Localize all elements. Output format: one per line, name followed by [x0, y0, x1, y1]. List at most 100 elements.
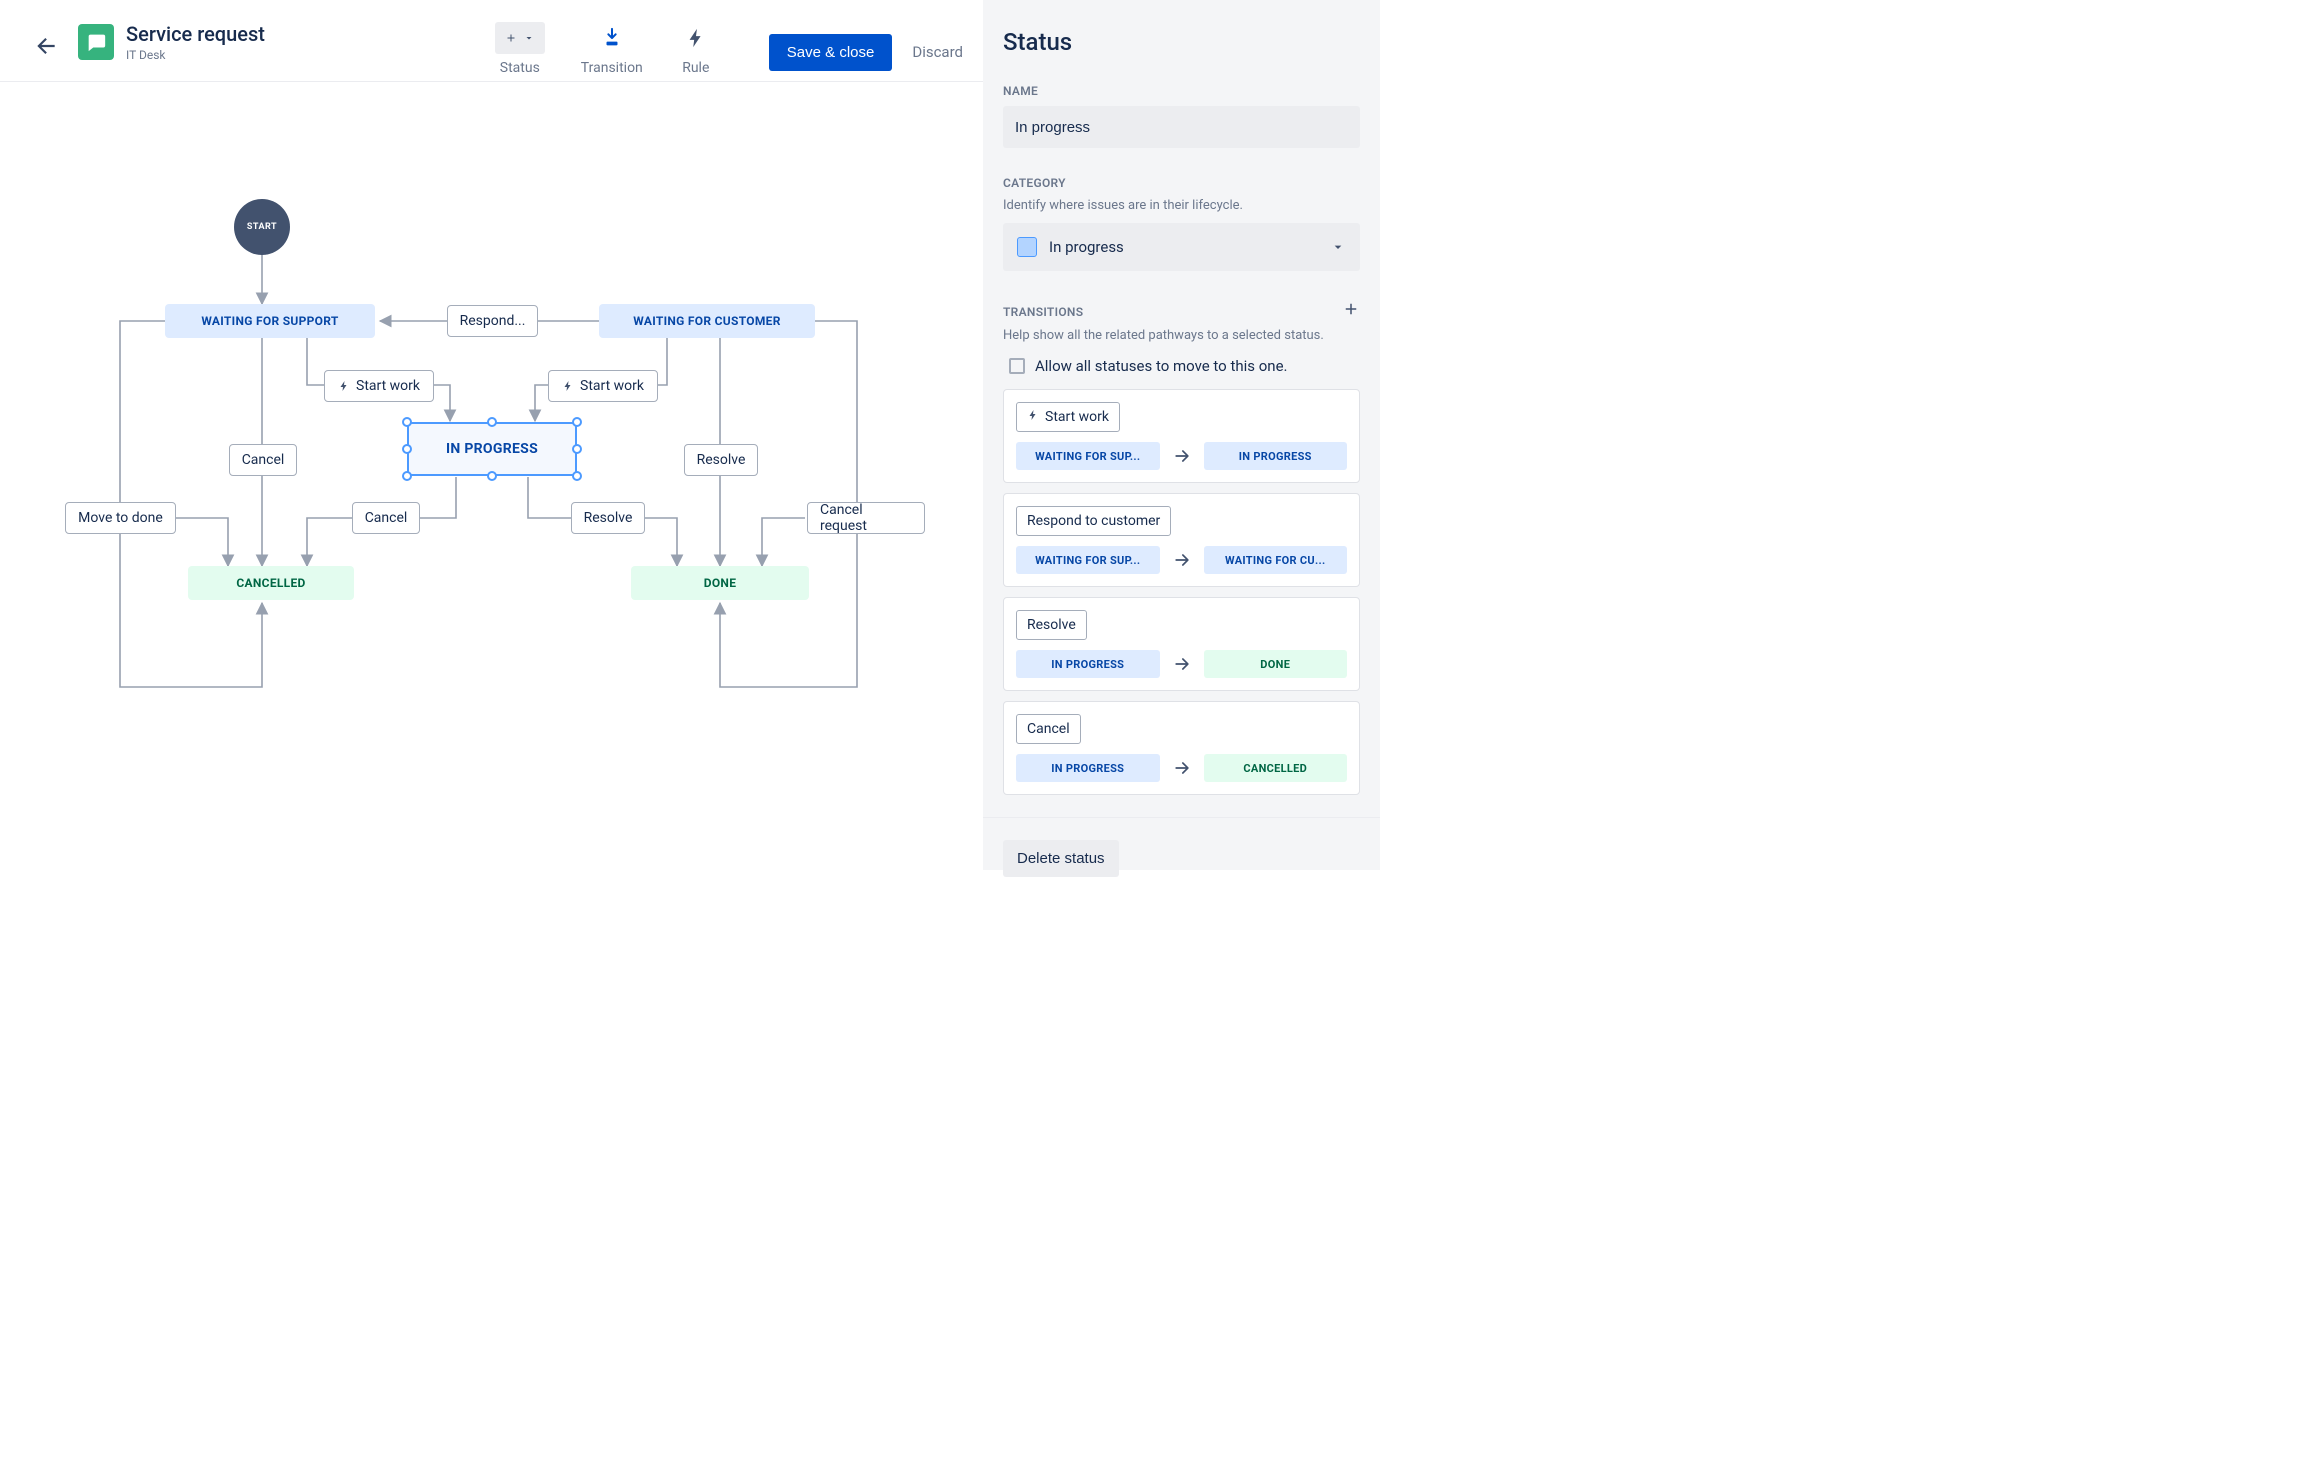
resize-handle[interactable] [487, 471, 497, 481]
title-block: Service request IT Desk [126, 22, 265, 62]
to-status-pill: DONE [1204, 650, 1348, 678]
arrow-right-icon [1172, 550, 1192, 570]
discard-button[interactable]: Discard [912, 43, 963, 61]
rule-tool-label: Rule [682, 60, 709, 76]
to-status-pill: IN PROGRESS [1204, 442, 1348, 470]
transition-start-work-1[interactable]: Start work [324, 370, 434, 402]
transition-cancel-2[interactable]: Cancel [352, 502, 420, 534]
transitions-help: Help show all the related pathways to a … [1003, 328, 1360, 343]
transition-label: Start work [356, 378, 420, 394]
arrow-left-icon [33, 33, 59, 59]
arrow-right-icon [1172, 758, 1192, 778]
status-cancelled[interactable]: CANCELLED [188, 566, 354, 600]
transition-resolve-2[interactable]: Resolve [571, 502, 645, 534]
bolt-icon [1027, 408, 1039, 426]
from-status-pill: IN PROGRESS [1016, 650, 1160, 678]
transition-card[interactable]: Start work WAITING FOR SUP... IN PROGRESS [1003, 389, 1360, 483]
category-swatch [1017, 237, 1037, 257]
transition-name: Start work [1016, 402, 1120, 432]
chat-bubble-icon [85, 31, 107, 53]
category-select[interactable]: In progress [1003, 223, 1360, 271]
add-status-tool[interactable]: Status [495, 22, 545, 76]
transition-name: Cancel [1016, 714, 1081, 744]
panel-title: Status [1003, 28, 1360, 56]
add-rule-button[interactable] [679, 22, 713, 54]
transition-flow: WAITING FOR SUP... IN PROGRESS [1016, 442, 1347, 470]
allow-all-checkbox-row[interactable]: Allow all statuses to move to this one. [1009, 357, 1360, 375]
transition-move-to-done[interactable]: Move to done [65, 502, 176, 534]
from-status-pill: WAITING FOR SUP... [1016, 546, 1160, 574]
transition-cancel-1[interactable]: Cancel [229, 444, 297, 476]
category-help: Identify where issues are in their lifec… [1003, 198, 1360, 213]
resize-handle[interactable] [402, 444, 412, 454]
category-value: In progress [1049, 238, 1124, 256]
transition-flow: IN PROGRESS DONE [1016, 650, 1347, 678]
transition-card[interactable]: Cancel IN PROGRESS CANCELLED [1003, 701, 1360, 795]
workflow-canvas[interactable]: START WAITING FOR SUPPORT WAITING FOR CU… [0, 82, 983, 870]
name-label: NAME [1003, 84, 1360, 98]
workflow-title: Service request [126, 22, 265, 46]
delete-status-button[interactable]: Delete status [1003, 840, 1119, 877]
transition-cancel-request[interactable]: Cancel request [807, 502, 925, 534]
status-waiting-for-support[interactable]: WAITING FOR SUPPORT [165, 304, 375, 338]
transition-flow: WAITING FOR SUP... WAITING FOR CU... [1016, 546, 1347, 574]
bolt-icon [562, 379, 574, 393]
to-status-pill: CANCELLED [1204, 754, 1348, 782]
transition-card[interactable]: Respond to customerWAITING FOR SUP...WAI… [1003, 493, 1360, 587]
transition-flow: IN PROGRESS CANCELLED [1016, 754, 1347, 782]
add-transition-button[interactable] [1342, 299, 1360, 324]
from-status-pill: WAITING FOR SUP... [1016, 442, 1160, 470]
transition-card[interactable]: Resolve IN PROGRESS DONE [1003, 597, 1360, 691]
resize-handle[interactable] [487, 417, 497, 427]
category-field: CATEGORY Identify where issues are in th… [1003, 176, 1360, 271]
transitions-section: TRANSITIONS Help show all the related pa… [1003, 299, 1360, 795]
bolt-icon [685, 27, 707, 49]
add-status-button[interactable] [495, 22, 545, 54]
chevron-down-icon [1330, 239, 1346, 255]
status-done[interactable]: DONE [631, 566, 809, 600]
category-label: CATEGORY [1003, 176, 1360, 190]
workflow-subtitle: IT Desk [126, 48, 265, 62]
toolbar: Status Transition Rule Save & close Disc… [495, 22, 983, 76]
transition-resolve-1[interactable]: Resolve [684, 444, 758, 476]
bolt-icon [338, 379, 350, 393]
divider [983, 817, 1380, 818]
resize-handle[interactable] [402, 417, 412, 427]
transitions-list: Start workWAITING FOR SUP...IN PROGRESSR… [1003, 389, 1360, 795]
resize-handle[interactable] [572, 471, 582, 481]
add-transition-tool[interactable]: Transition [581, 22, 643, 76]
add-rule-tool[interactable]: Rule [679, 22, 713, 76]
arrow-right-icon [1172, 446, 1192, 466]
transition-label: Start work [580, 378, 644, 394]
resize-handle[interactable] [402, 471, 412, 481]
status-tool-label: Status [500, 60, 540, 76]
save-button[interactable]: Save & close [769, 34, 893, 71]
status-in-progress-selected[interactable]: IN PROGRESS [407, 422, 577, 476]
status-name-input[interactable] [1003, 106, 1360, 148]
transition-name: Respond to customer [1016, 506, 1171, 536]
name-field: NAME [1003, 84, 1360, 148]
transition-start-work-2[interactable]: Start work [548, 370, 658, 402]
transition-respond[interactable]: Respond... [447, 305, 538, 337]
arrow-right-icon [1172, 654, 1192, 674]
resize-handle[interactable] [572, 444, 582, 454]
add-transition-button[interactable] [595, 22, 629, 54]
chevron-down-icon [520, 32, 538, 44]
transition-tool-label: Transition [581, 60, 643, 76]
transition-icon [601, 27, 623, 49]
resize-handle[interactable] [572, 417, 582, 427]
transitions-label: TRANSITIONS [1003, 305, 1083, 319]
status-waiting-for-customer[interactable]: WAITING FOR CUSTOMER [599, 304, 815, 338]
actions-group: Save & close Discard [769, 22, 963, 76]
allow-all-label: Allow all statuses to move to this one. [1035, 357, 1288, 375]
plus-icon [502, 32, 520, 44]
plus-icon [1342, 300, 1360, 318]
top-bar: Service request IT Desk Status Transitio… [0, 0, 983, 82]
back-button[interactable] [26, 26, 66, 66]
from-status-pill: IN PROGRESS [1016, 754, 1160, 782]
to-status-pill: WAITING FOR CU... [1204, 546, 1348, 574]
transition-name: Resolve [1016, 610, 1087, 640]
side-panel: Status NAME CATEGORY Identify where issu… [983, 0, 1380, 870]
checkbox-icon [1009, 358, 1025, 374]
start-node[interactable]: START [234, 199, 290, 255]
